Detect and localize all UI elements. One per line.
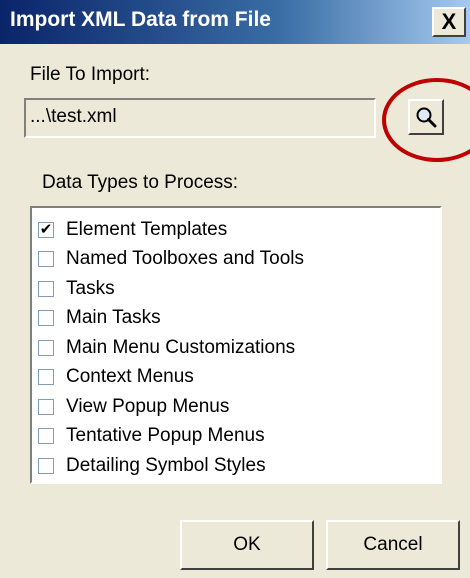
checkbox[interactable] [38,251,54,268]
import-xml-dialog: Import XML Data from File X File To Impo… [0,0,470,578]
checkbox[interactable] [38,369,54,386]
list-item-label: Main Menu Customizations [66,336,296,358]
list-item[interactable]: ✔ Element Templates [32,215,440,245]
list-item[interactable]: Named Toolboxes and Tools [32,245,440,275]
cancel-button[interactable]: Cancel [326,520,460,570]
list-item-label: Detailing Symbol Styles [66,454,266,476]
window-title: Import XML Data from File [10,8,271,31]
close-button[interactable]: X [432,7,466,37]
list-item[interactable]: Main Menu Customizations [32,333,440,363]
list-item[interactable]: Detailing Symbol Styles [32,451,440,481]
list-item[interactable]: Main Tasks [32,304,440,334]
list-item-label: Named Toolboxes and Tools [66,248,305,270]
checkbox[interactable] [38,398,54,415]
checkbox[interactable] [38,428,54,445]
list-item-label: Element Templates [66,218,228,240]
checkbox[interactable] [38,310,54,327]
close-icon: X [441,9,457,34]
file-to-import-label: File To Import: [30,64,151,85]
list-item-label: View Popup Menus [66,395,230,417]
title-bar[interactable]: Import XML Data from File X [0,0,470,44]
file-path-field[interactable]: ...\test.xml [24,98,376,138]
data-types-label: Data Types to Process: [42,172,239,193]
checkbox[interactable]: ✔ [38,221,54,238]
list-item[interactable]: View Popup Menus [32,392,440,422]
list-item-label: Tentative Popup Menus [66,425,265,447]
checkbox[interactable] [38,280,54,297]
checkbox[interactable] [38,457,54,474]
checkbox[interactable] [38,339,54,356]
list-item[interactable]: Tasks [32,274,440,304]
list-item-label: Main Tasks [66,307,161,329]
ok-button[interactable]: OK [180,520,314,570]
list-item-label: Tasks [66,277,115,299]
magnifier-icon [416,107,437,128]
list-item-label: Context Menus [66,366,194,388]
list-item[interactable]: Context Menus [32,363,440,393]
data-types-list[interactable]: ✔ Element Templates Named Toolboxes and To… [30,206,442,484]
browse-button[interactable] [408,99,444,135]
list-item[interactable]: Tentative Popup Menus [32,422,440,452]
